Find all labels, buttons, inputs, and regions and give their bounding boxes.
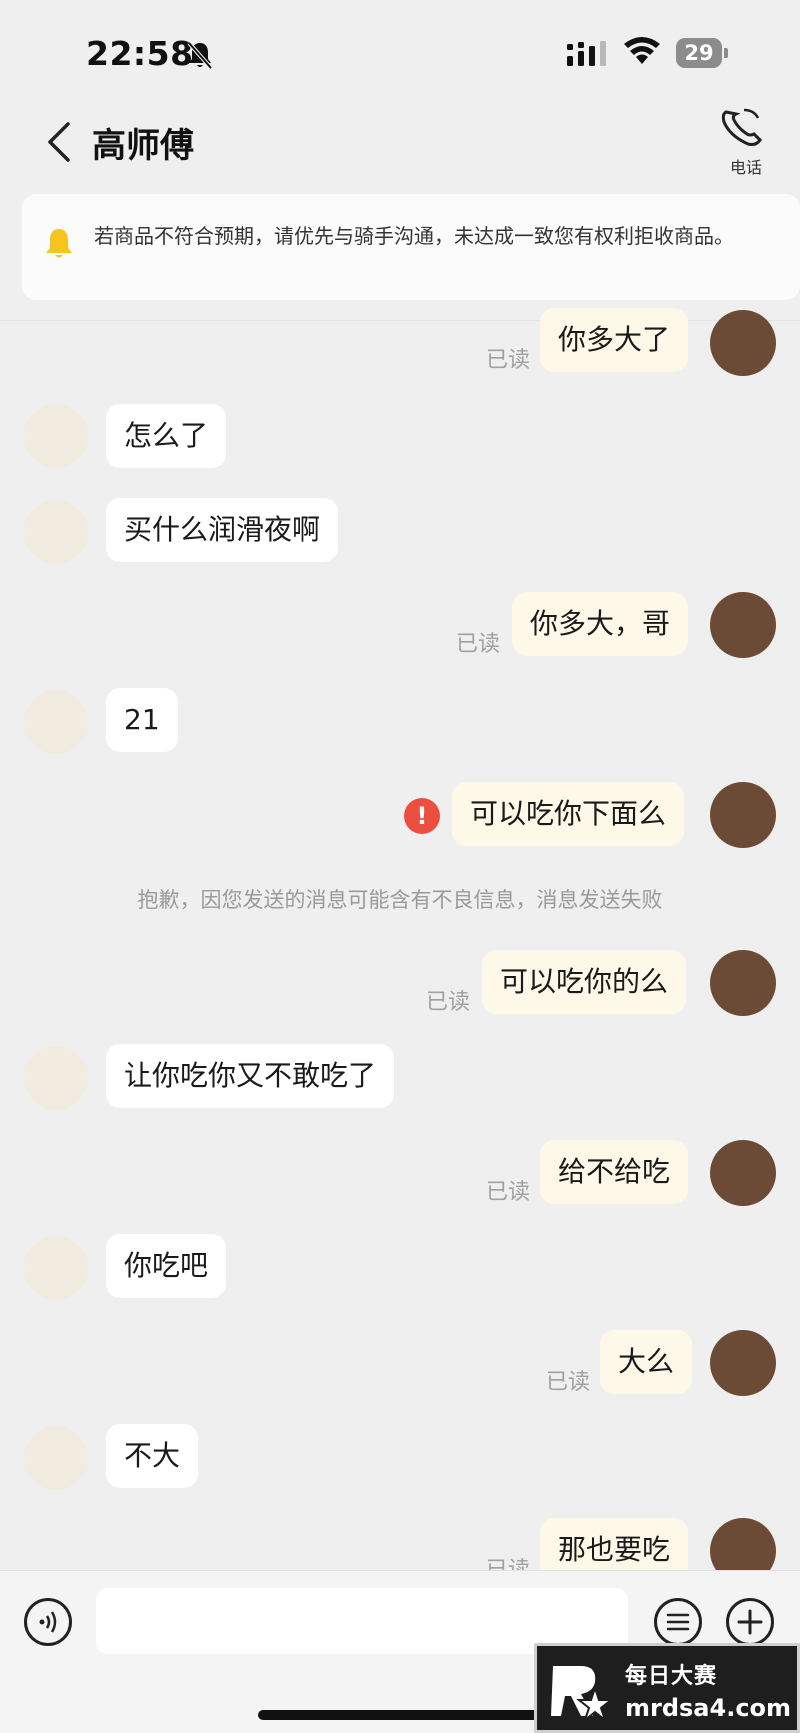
contact-avatar[interactable]	[24, 500, 88, 564]
wifi-icon	[624, 37, 660, 64]
battery-level: 29	[676, 38, 722, 68]
message-bubble-outgoing[interactable]: 可以吃你下面么	[452, 782, 685, 846]
message-bubble-outgoing[interactable]: 可以吃你的么	[482, 950, 687, 1014]
phone-call-button[interactable]: 电话	[714, 104, 778, 182]
my-avatar[interactable]	[710, 782, 776, 848]
read-status: 已读	[546, 1370, 591, 1395]
contact-avatar[interactable]	[24, 1046, 88, 1110]
cellular-signal-icon	[567, 41, 606, 66]
send-failed-icon[interactable]: !	[404, 798, 440, 834]
list-icon	[666, 1613, 690, 1631]
contact-avatar[interactable]	[24, 1236, 88, 1300]
message-bubble-outgoing[interactable]: 你多大，哥	[512, 592, 689, 656]
status-bar: 22:58 29	[0, 0, 800, 100]
read-status: 已读	[486, 348, 531, 373]
home-indicator[interactable]	[258, 1710, 542, 1720]
battery-nub	[724, 48, 728, 58]
menu-button[interactable]	[654, 1598, 702, 1646]
message-bubble-incoming[interactable]: 21	[106, 688, 178, 752]
battery-indicator: 29	[676, 38, 728, 68]
contact-avatar[interactable]	[24, 690, 88, 754]
read-status: 已读	[426, 990, 471, 1015]
voice-input-button[interactable]	[24, 1598, 72, 1646]
contact-avatar[interactable]	[24, 1426, 88, 1490]
chat-title: 高师傅	[92, 126, 194, 166]
back-icon[interactable]	[44, 120, 74, 164]
bell-icon	[46, 229, 72, 258]
my-avatar[interactable]	[710, 950, 776, 1016]
message-bubble-incoming[interactable]: 让你吃你又不敢吃了	[106, 1044, 395, 1108]
message-bubble-incoming[interactable]: 不大	[106, 1424, 199, 1488]
clock: 22:58	[86, 34, 194, 73]
bell-muted-icon	[187, 41, 213, 70]
call-label: 电话	[729, 158, 762, 177]
my-avatar[interactable]	[710, 1330, 776, 1396]
notice-text: 若商品不符合预期，请优先与骑手沟通，未达成一致您有权利拒收商品。	[94, 224, 734, 248]
message-bubble-outgoing[interactable]: 你多大了	[540, 308, 689, 372]
message-bubble-outgoing[interactable]: 大么	[600, 1330, 693, 1394]
read-status: 已读	[486, 1180, 531, 1205]
voice-icon	[39, 1611, 57, 1633]
watermark-logo-icon	[551, 1666, 611, 1723]
notice-banner: 若商品不符合预期，请优先与骑手沟通，未达成一致您有权利拒收商品。	[22, 194, 800, 300]
message-bubble-incoming[interactable]: 买什么润滑夜啊	[106, 498, 339, 562]
add-button[interactable]	[726, 1598, 774, 1646]
watermark-url: mrdsa4.com	[625, 1694, 792, 1722]
message-bubble-incoming[interactable]: 你吃吧	[106, 1234, 227, 1298]
message-bubble-outgoing[interactable]: 给不给吃	[540, 1140, 689, 1204]
my-avatar[interactable]	[710, 310, 776, 376]
watermark-badge: 每日大赛 mrdsa4.com	[534, 1643, 800, 1733]
read-status: 已读	[456, 632, 501, 657]
my-avatar[interactable]	[710, 592, 776, 658]
system-notice: 抱歉，因您发送的消息可能含有不良信息，消息发送失败	[137, 888, 663, 912]
phone-icon	[721, 108, 762, 146]
plus-icon	[737, 1609, 763, 1635]
contact-avatar[interactable]	[24, 404, 88, 468]
message-bubble-incoming[interactable]: 怎么了	[106, 404, 227, 468]
my-avatar[interactable]	[710, 1140, 776, 1206]
watermark-name: 每日大赛	[625, 1664, 718, 1689]
